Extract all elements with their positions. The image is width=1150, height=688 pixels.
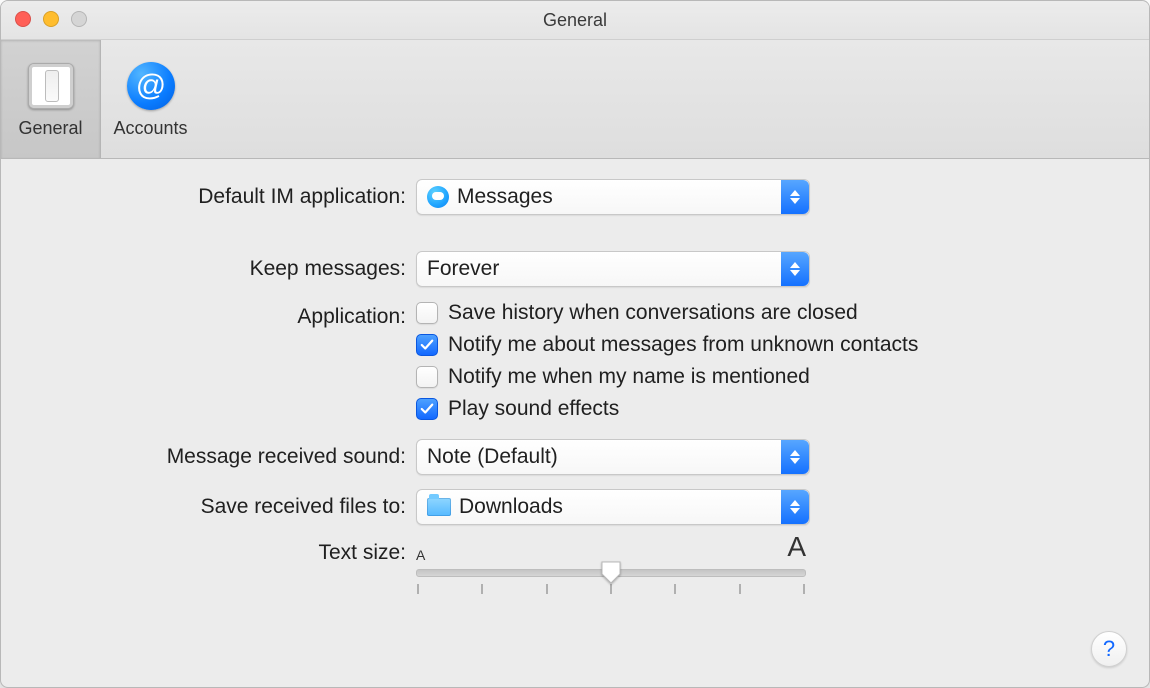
text-size-slider[interactable]: A A bbox=[416, 539, 806, 594]
popup-arrows-icon bbox=[781, 180, 809, 214]
label-default-im: Default IM application: bbox=[1, 185, 416, 209]
minimize-window-button[interactable] bbox=[43, 11, 59, 27]
tab-accounts[interactable]: @ Accounts bbox=[101, 40, 201, 158]
slider-track bbox=[416, 569, 806, 577]
preferences-window: General General @ Accounts Default IM ap… bbox=[0, 0, 1150, 688]
checkbox-save-history[interactable]: Save history when conversations are clos… bbox=[416, 301, 918, 325]
zoom-window-button[interactable] bbox=[71, 11, 87, 27]
keep-messages-value: Forever bbox=[427, 257, 499, 281]
slider-knob[interactable] bbox=[600, 560, 622, 584]
slider-ticks bbox=[417, 584, 805, 594]
popup-arrows-icon bbox=[781, 252, 809, 286]
label-application: Application: bbox=[1, 301, 416, 329]
checkmark-icon bbox=[416, 334, 438, 356]
checkbox-play-sound[interactable]: Play sound effects bbox=[416, 397, 918, 421]
keep-messages-popup[interactable]: Forever bbox=[416, 251, 810, 287]
checkmark-icon bbox=[416, 398, 438, 420]
help-icon: ? bbox=[1103, 636, 1115, 662]
text-size-min-label: A bbox=[416, 547, 425, 563]
label-keep-messages: Keep messages: bbox=[1, 257, 416, 281]
label-received-sound: Message received sound: bbox=[1, 445, 416, 469]
popup-arrows-icon bbox=[781, 490, 809, 524]
folder-icon bbox=[427, 498, 451, 516]
text-size-max-label: A bbox=[787, 531, 806, 563]
messages-app-icon bbox=[427, 186, 449, 208]
checkbox-notify-mention-label: Notify me when my name is mentioned bbox=[448, 365, 810, 389]
received-sound-popup[interactable]: Note (Default) bbox=[416, 439, 810, 475]
checkbox-notify-unknown[interactable]: Notify me about messages from unknown co… bbox=[416, 333, 918, 357]
checkbox-save-history-label: Save history when conversations are clos… bbox=[448, 301, 858, 325]
checkbox-icon bbox=[416, 366, 438, 388]
preferences-toolbar: General @ Accounts bbox=[1, 40, 1149, 159]
tab-general-label: General bbox=[18, 118, 82, 139]
help-button[interactable]: ? bbox=[1091, 631, 1127, 667]
traffic-lights bbox=[15, 11, 87, 27]
default-im-popup[interactable]: Messages bbox=[416, 179, 810, 215]
general-icon bbox=[25, 60, 77, 112]
general-pane: Default IM application: Messages Keep me… bbox=[1, 159, 1149, 628]
checkbox-icon bbox=[416, 302, 438, 324]
save-files-value: Downloads bbox=[459, 495, 563, 519]
default-im-value: Messages bbox=[457, 185, 553, 209]
checkbox-notify-mention[interactable]: Notify me when my name is mentioned bbox=[416, 365, 918, 389]
window-title: General bbox=[543, 10, 607, 31]
titlebar: General bbox=[1, 1, 1149, 40]
checkbox-play-sound-label: Play sound effects bbox=[448, 397, 619, 421]
accounts-icon: @ bbox=[125, 60, 177, 112]
label-text-size: Text size: bbox=[1, 539, 416, 565]
tab-general[interactable]: General bbox=[1, 40, 101, 158]
popup-arrows-icon bbox=[781, 440, 809, 474]
label-save-files-to: Save received files to: bbox=[1, 495, 416, 519]
tab-accounts-label: Accounts bbox=[113, 118, 187, 139]
received-sound-value: Note (Default) bbox=[427, 445, 558, 469]
save-files-popup[interactable]: Downloads bbox=[416, 489, 810, 525]
checkbox-notify-unknown-label: Notify me about messages from unknown co… bbox=[448, 333, 918, 357]
close-window-button[interactable] bbox=[15, 11, 31, 27]
